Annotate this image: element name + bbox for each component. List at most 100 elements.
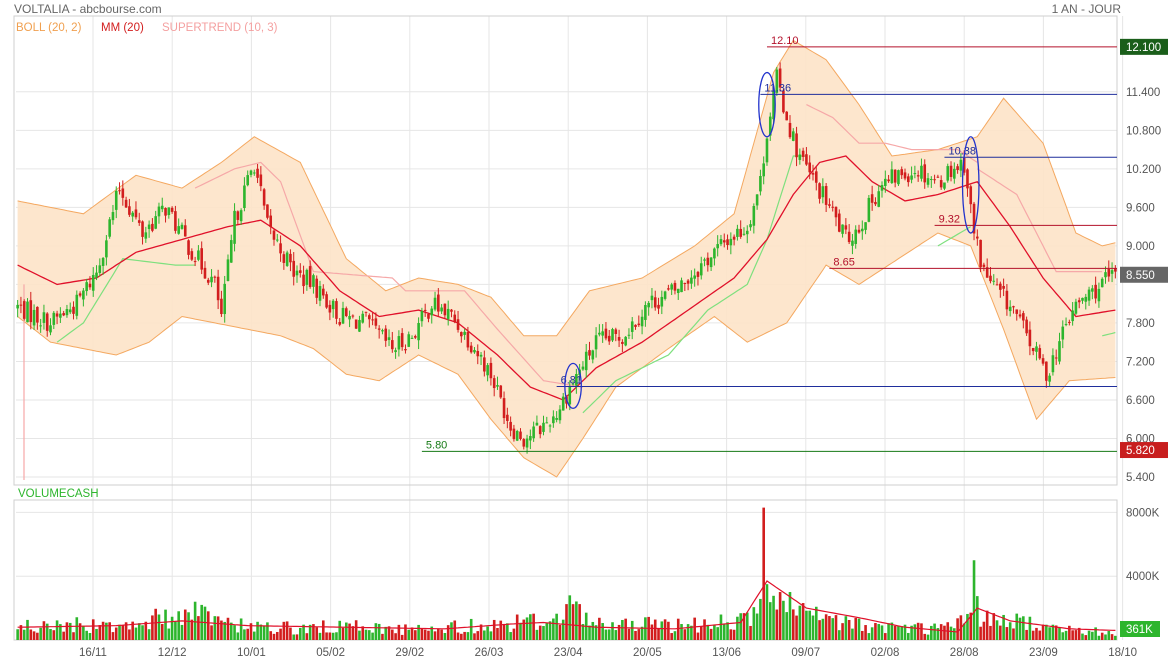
volume-bar <box>229 622 233 640</box>
volume-bar <box>404 624 407 640</box>
candle-body <box>920 165 923 179</box>
candle-body <box>509 421 512 431</box>
volume-bar <box>920 623 923 640</box>
volume-bar <box>364 629 368 640</box>
volume-bar <box>397 624 401 640</box>
candle-body <box>483 357 486 372</box>
volume-bar <box>358 630 361 640</box>
candle-body <box>197 250 200 260</box>
candle-body <box>742 233 746 235</box>
candle-body <box>903 172 907 179</box>
candle-body <box>847 231 851 243</box>
candle-body <box>824 186 828 205</box>
candle-body <box>1107 268 1111 277</box>
volume-bar <box>460 633 463 640</box>
candle-body <box>542 422 545 432</box>
candle-body <box>604 328 608 339</box>
volume-bar <box>239 618 243 640</box>
candle-body <box>798 154 802 160</box>
candle-body <box>844 225 848 230</box>
candle-body <box>269 215 273 228</box>
volume-bar <box>775 609 779 640</box>
candle-body <box>124 199 128 208</box>
volume-bar <box>650 624 654 640</box>
volume-bar <box>1012 628 1015 640</box>
candle-body <box>91 274 95 291</box>
volume-bar <box>1005 627 1009 640</box>
volume-bar <box>630 620 634 640</box>
volume-bar <box>272 633 276 640</box>
candle-body <box>857 229 861 233</box>
candle-body <box>831 206 835 208</box>
candle-body <box>851 240 854 246</box>
date-tick-label: 10/01 <box>237 647 266 659</box>
volume-bar <box>953 628 956 640</box>
candle-body <box>870 194 874 203</box>
volume-bar <box>709 628 713 640</box>
candle-body <box>1008 306 1012 312</box>
candle-body <box>85 282 88 292</box>
volume-bar <box>657 628 660 640</box>
candle-body <box>177 226 180 234</box>
candle-body <box>995 284 999 286</box>
volume-bar <box>446 625 450 640</box>
volume-bar <box>818 620 821 640</box>
candle-body <box>657 304 660 309</box>
candle-body <box>532 426 535 439</box>
volume-bar <box>118 624 121 640</box>
volume-bar <box>538 625 542 640</box>
candle-body <box>183 225 187 237</box>
candle-body <box>174 211 177 231</box>
candle-body <box>1048 375 1051 382</box>
volume-bar <box>177 611 180 640</box>
candle-body <box>788 122 792 138</box>
volume-bar <box>85 630 88 640</box>
volume-bar <box>703 619 706 640</box>
candle-body <box>939 180 943 188</box>
date-tick-label: 09/07 <box>791 647 820 659</box>
volume-bar <box>515 614 519 640</box>
candle-body <box>272 230 276 240</box>
candle-body <box>65 309 69 316</box>
volume-bar <box>995 620 999 640</box>
candle-body <box>407 334 411 347</box>
volume-bar <box>851 628 854 640</box>
candle-body <box>519 431 522 439</box>
candle-body <box>371 319 374 321</box>
candle-body <box>368 315 371 320</box>
volume-bar <box>900 626 904 640</box>
volume-bar <box>22 629 26 640</box>
candle-body <box>460 332 463 337</box>
candle-body <box>522 439 526 447</box>
volume-bar <box>552 618 555 640</box>
volume-bar <box>880 625 884 640</box>
volume-bar <box>351 626 355 640</box>
volume-bar <box>985 610 989 640</box>
price-tick-label: 11.400 <box>1126 87 1160 99</box>
volume-bar <box>1074 630 1078 640</box>
volume-bar <box>568 595 572 640</box>
candle-body <box>1028 329 1032 347</box>
candle-body <box>345 308 348 317</box>
volume-bar <box>933 623 936 640</box>
bollinger-fill <box>17 40 1116 478</box>
candle-body <box>765 138 769 163</box>
volume-bar <box>811 615 815 640</box>
volume-bar <box>180 624 184 640</box>
volume-bar <box>157 614 161 640</box>
candle-body <box>864 222 867 230</box>
volume-bar <box>785 612 788 640</box>
volume-bar <box>469 618 473 640</box>
candle-body <box>828 204 831 206</box>
volume-bar <box>637 629 641 640</box>
volume-bar <box>95 628 98 640</box>
volume-bar <box>216 616 220 640</box>
candle-body <box>515 430 519 441</box>
candle-body <box>1104 272 1107 278</box>
volume-bar <box>167 628 171 640</box>
candle-body <box>262 189 266 206</box>
candle-body <box>72 306 75 314</box>
volume-bar <box>1035 627 1038 640</box>
candle-body <box>469 345 473 353</box>
volume-bar <box>755 613 759 640</box>
